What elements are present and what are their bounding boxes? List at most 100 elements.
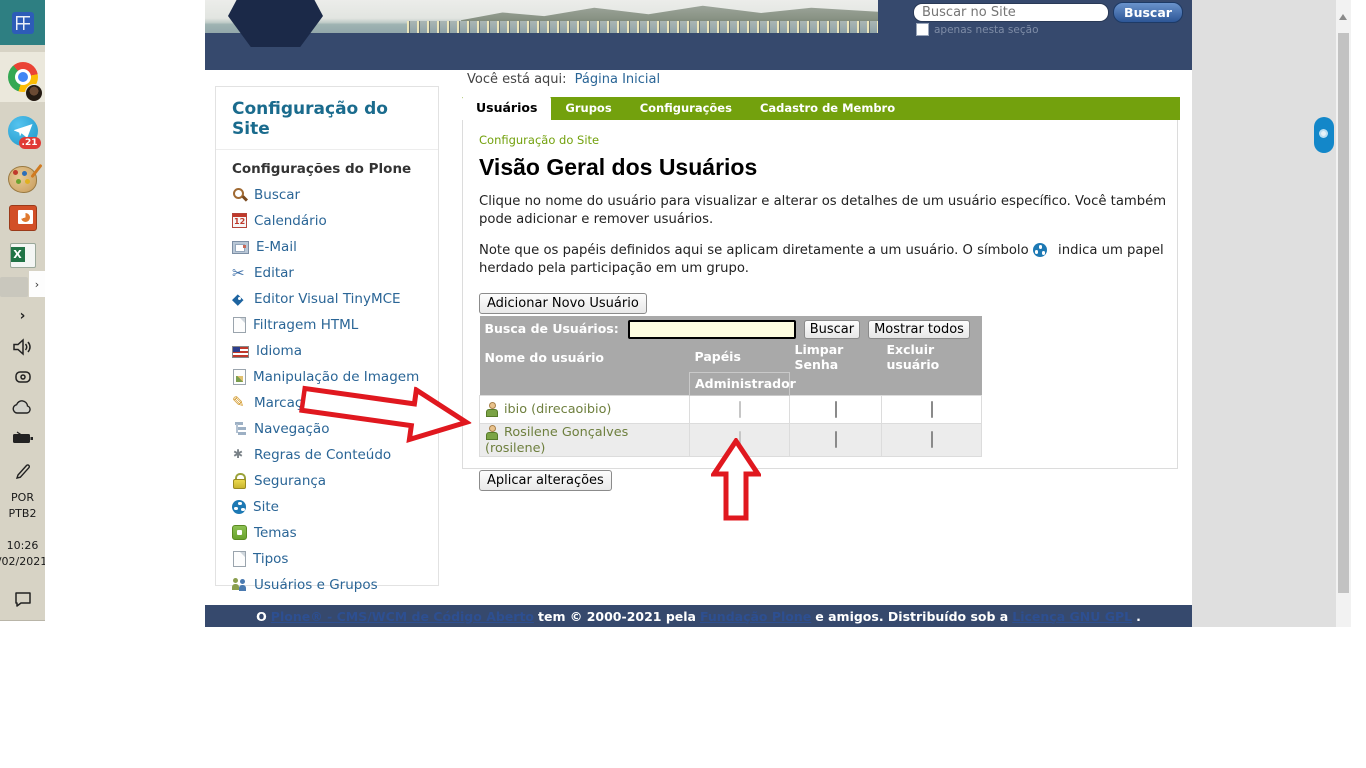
section-only-checkbox[interactable] (916, 23, 929, 36)
sidebar-item-regras[interactable]: Regras de Conteúdo (232, 447, 424, 462)
accessibility-widget[interactable] (1314, 117, 1334, 153)
paint-app-button[interactable] (0, 158, 45, 200)
sidebar-item-imagem[interactable]: Manipulação de Imagem (232, 369, 424, 384)
show-all-button[interactable]: Mostrar todos (868, 320, 970, 339)
windows-taskbar: .21 › › (0, 0, 46, 621)
tray-pill (0, 277, 28, 297)
reset-password-checkbox[interactable] (835, 401, 837, 418)
image-document-icon (233, 369, 246, 385)
sidebar-item-calendario[interactable]: Calendário (232, 213, 424, 228)
user-search-button[interactable]: Buscar (804, 320, 860, 339)
sidebar-item-label[interactable]: Segurança (254, 473, 326, 489)
apply-changes-button[interactable]: Aplicar alterações (479, 470, 612, 491)
sidebar-item-editar[interactable]: Editar (232, 265, 424, 280)
sidebar-item-label[interactable]: Filtragem HTML (253, 317, 358, 333)
sidebar-item-label[interactable]: E-Mail (256, 239, 297, 255)
breadcrumb-label: Você está aqui: (467, 72, 567, 87)
tab-grupos[interactable]: Grupos (551, 97, 625, 120)
calendar-icon (232, 213, 247, 228)
battery-icon[interactable] (0, 424, 45, 452)
sidebar-item-filtragem[interactable]: Filtragem HTML (232, 317, 424, 332)
users-table: Busca de Usuários: Buscar Mostrar todos … (479, 316, 982, 457)
tab-cadastro-membro[interactable]: Cadastro de Membro (746, 97, 909, 120)
hidden-icons-tray[interactable]: › (0, 274, 45, 300)
sidebar-item-tinymce[interactable]: Editor Visual TinyMCE (232, 291, 424, 306)
sidebar-item-label[interactable]: Buscar (254, 187, 300, 203)
user-link[interactable]: Rosilene Gonçalves (rosilene) (485, 425, 628, 456)
sidebar-item-label[interactable]: Temas (254, 525, 297, 541)
chrome-app-button[interactable] (0, 52, 45, 102)
display-connect-icon[interactable] (0, 364, 45, 392)
sidebar-item-label[interactable]: Marcação (254, 395, 319, 411)
show-hidden-icons-chevron[interactable]: › (0, 302, 45, 330)
plone-foundation-link[interactable]: Fundação Plone (700, 609, 811, 624)
notification-center-icon[interactable] (0, 584, 45, 614)
sidebar-item-marcacao[interactable]: Marcação (232, 395, 424, 410)
sidebar-item-label[interactable]: Usuários e Grupos (254, 577, 378, 593)
tab-configuracoes[interactable]: Configurações (626, 97, 746, 120)
tab-usuarios[interactable]: Usuários (462, 96, 551, 120)
clock[interactable]: 10:26 /02/2021 (0, 534, 45, 574)
gnu-gpl-license-link[interactable]: Licença GNU GPL (1012, 609, 1132, 624)
footer-text: . (1136, 609, 1141, 624)
telegram-icon: .21 (8, 116, 38, 146)
sidebar-item-navegacao[interactable]: Navegação (232, 421, 424, 436)
search-icon (232, 187, 247, 202)
site-search-input[interactable] (913, 3, 1109, 22)
sidebar-item-label[interactable]: Tipos (253, 551, 288, 567)
sidebar-item-label[interactable]: Calendário (254, 213, 327, 229)
sidebar-item-label[interactable]: Navegação (254, 421, 329, 437)
delete-user-checkbox[interactable] (931, 401, 933, 418)
excel-icon (10, 243, 36, 268)
sidebar-item-label[interactable]: Site (253, 499, 279, 515)
scrollbar-up-arrow[interactable] (1339, 10, 1347, 20)
pen-icon[interactable] (0, 456, 45, 486)
breadcrumb-home-link[interactable]: Página Inicial (575, 72, 660, 87)
content-rules-icon (232, 447, 247, 462)
scrollbar-track[interactable] (1336, 0, 1351, 627)
onedrive-cloud-icon[interactable] (0, 394, 45, 422)
tree-icon (232, 421, 247, 436)
user-search-input[interactable] (628, 320, 796, 339)
sidebar-item-label[interactable]: Editar (254, 265, 294, 281)
telegram-app-button[interactable]: .21 (0, 108, 45, 154)
date-label: /02/2021 (0, 554, 47, 570)
group-role-icon (1033, 243, 1047, 257)
add-user-button[interactable]: Adicionar Novo Usuário (479, 293, 647, 314)
scrollbar-thumb[interactable] (1338, 33, 1349, 593)
admin-role-checkbox (739, 431, 741, 448)
powerpoint-app-button[interactable] (0, 200, 45, 236)
sidebar-item-label[interactable]: Regras de Conteúdo (254, 447, 391, 463)
footer-text: tem © 2000-2021 pela (538, 609, 696, 624)
volume-icon[interactable] (0, 332, 45, 362)
excel-app-button[interactable] (0, 238, 45, 272)
admin-role-checkbox (739, 401, 741, 418)
config-tabbar: Usuários Grupos Configurações Cadastro d… (462, 97, 1180, 120)
user-icon (485, 425, 498, 438)
sidebar-item-tipos[interactable]: Tipos (232, 551, 424, 566)
sidebar-item-buscar[interactable]: Buscar (232, 187, 424, 202)
sidebar-item-temas[interactable]: Temas (232, 525, 424, 540)
calculator-app-tile[interactable] (0, 0, 45, 45)
reset-password-checkbox[interactable] (835, 431, 837, 448)
language-code: POR (11, 490, 34, 506)
language-indicator[interactable]: POR PTB2 (0, 488, 45, 524)
sidebar-item-usuarios-grupos[interactable]: Usuários e Grupos (232, 577, 424, 592)
sidebar-item-seguranca[interactable]: Segurança (232, 473, 424, 488)
sidebar-item-email[interactable]: E-Mail (232, 239, 424, 254)
breadcrumb: Você está aqui: Página Inicial (467, 72, 660, 87)
site-search-button[interactable]: Buscar (1113, 2, 1183, 23)
user-link[interactable]: ibio (direcaoibio) (504, 402, 611, 417)
delete-user-checkbox[interactable] (931, 431, 933, 448)
email-icon (232, 241, 249, 254)
main-content: Configuração do Site Visão Geral dos Usu… (462, 120, 1178, 469)
parent-section-link[interactable]: Configuração do Site (479, 133, 599, 147)
sidebar-item-label[interactable]: Manipulação de Imagem (253, 369, 419, 385)
themes-icon (232, 525, 247, 540)
plone-link[interactable]: Plone® - CMS/WCM de Código Aberto (271, 609, 534, 624)
sidebar-item-label[interactable]: Editor Visual TinyMCE (254, 291, 401, 307)
sidebar-item-idioma[interactable]: Idioma (232, 343, 424, 358)
chevron-right-icon: › (29, 271, 45, 297)
sidebar-item-site[interactable]: Site (232, 499, 424, 514)
sidebar-item-label[interactable]: Idioma (256, 343, 302, 359)
